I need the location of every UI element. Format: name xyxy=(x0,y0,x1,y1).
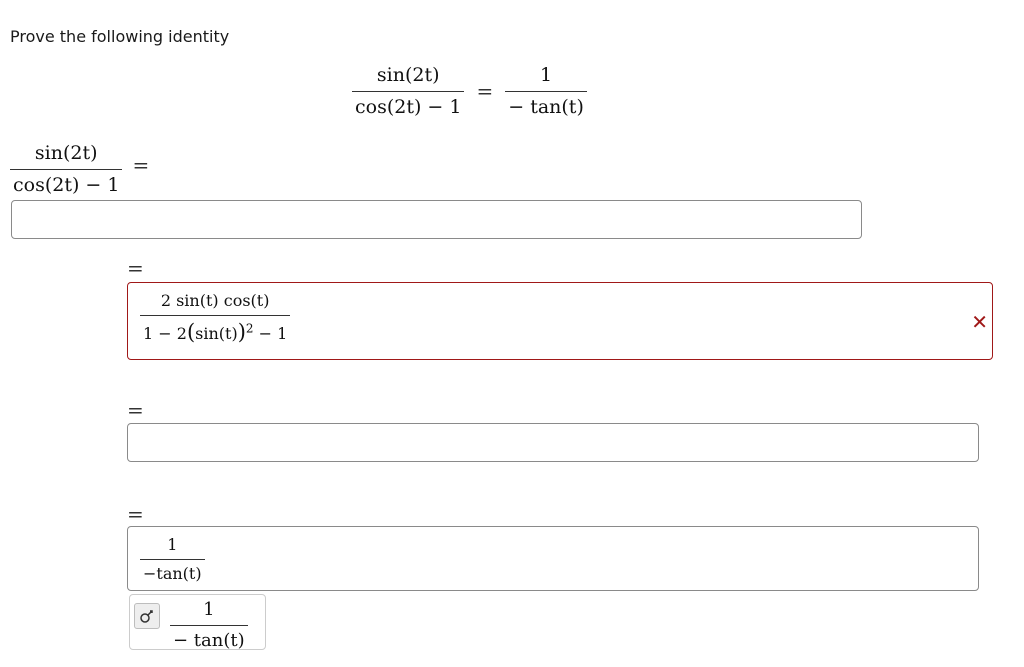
identity-right-fraction: 1 − tan(t) xyxy=(505,64,587,118)
formula-toggle-button[interactable] xyxy=(134,603,160,629)
identity-right-numerator: 1 xyxy=(540,64,553,86)
start-denominator: cos(2t) − 1 xyxy=(13,174,120,196)
paren-close: ) xyxy=(237,320,246,344)
fraction-bar xyxy=(352,91,465,92)
step-2-equals-sign: = xyxy=(127,256,144,280)
formula-preview: 1 − tan(t) xyxy=(129,594,266,651)
fraction-bar xyxy=(10,169,123,170)
start-equals-sign: = xyxy=(132,153,150,177)
identity-left-numerator: sin(2t) xyxy=(376,64,440,86)
identity-left-denominator: cos(2t) − 1 xyxy=(355,96,462,118)
fraction-bar xyxy=(170,625,248,626)
paren-open: ( xyxy=(186,320,196,344)
step-4-fraction: 1 −tan(t) xyxy=(140,535,205,583)
step-2-den-prefix: 1 − 2 xyxy=(143,324,187,343)
fraction-bar xyxy=(505,91,587,92)
preview-numerator: 1 xyxy=(203,599,215,620)
start-fraction: sin(2t) cos(2t) − 1 xyxy=(10,142,123,196)
identity-left-fraction: sin(2t) cos(2t) − 1 xyxy=(352,64,465,118)
step-2-fraction: 2 sin(t) cos(t) 1 − 2(sin(t))2 − 1 xyxy=(140,291,291,344)
step-4-equals-sign: = xyxy=(127,502,144,526)
step-4-denominator: −tan(t) xyxy=(143,564,202,583)
step-4-numerator: 1 xyxy=(167,535,178,554)
step-1-input[interactable] xyxy=(11,200,862,239)
step-4-input[interactable]: 1 −tan(t) xyxy=(127,526,979,591)
prompt-text: Prove the following identity xyxy=(10,27,230,46)
step-2-den-exponent: 2 xyxy=(245,321,254,336)
preview-denominator: − tan(t) xyxy=(173,630,245,651)
fraction-bar xyxy=(140,315,291,316)
step-2-input[interactable]: 2 sin(t) cos(t) 1 − 2(sin(t))2 − 1 ✕ xyxy=(127,282,993,360)
step-2-denominator: 1 − 2(sin(t))2 − 1 xyxy=(140,320,290,344)
start-expression: sin(2t) cos(2t) − 1 = xyxy=(10,142,149,196)
formula-icon xyxy=(140,610,153,623)
step-2-den-suffix: − 1 xyxy=(258,324,288,343)
step-3-equals-sign: = xyxy=(127,398,144,422)
identity-equals-sign: = xyxy=(476,79,494,103)
preview-fraction: 1 − tan(t) xyxy=(170,599,248,651)
close-icon: ✕ xyxy=(971,310,988,334)
step-2-numerator: 2 sin(t) cos(t) xyxy=(160,291,270,310)
start-numerator: sin(2t) xyxy=(34,142,98,164)
identity-right-denominator: − tan(t) xyxy=(508,96,584,118)
identity-display: sin(2t) cos(2t) − 1 = 1 − tan(t) xyxy=(352,64,587,118)
fraction-bar xyxy=(140,559,205,560)
step-2-den-inner: sin(t) xyxy=(195,324,238,343)
step-3-input[interactable] xyxy=(127,423,979,462)
